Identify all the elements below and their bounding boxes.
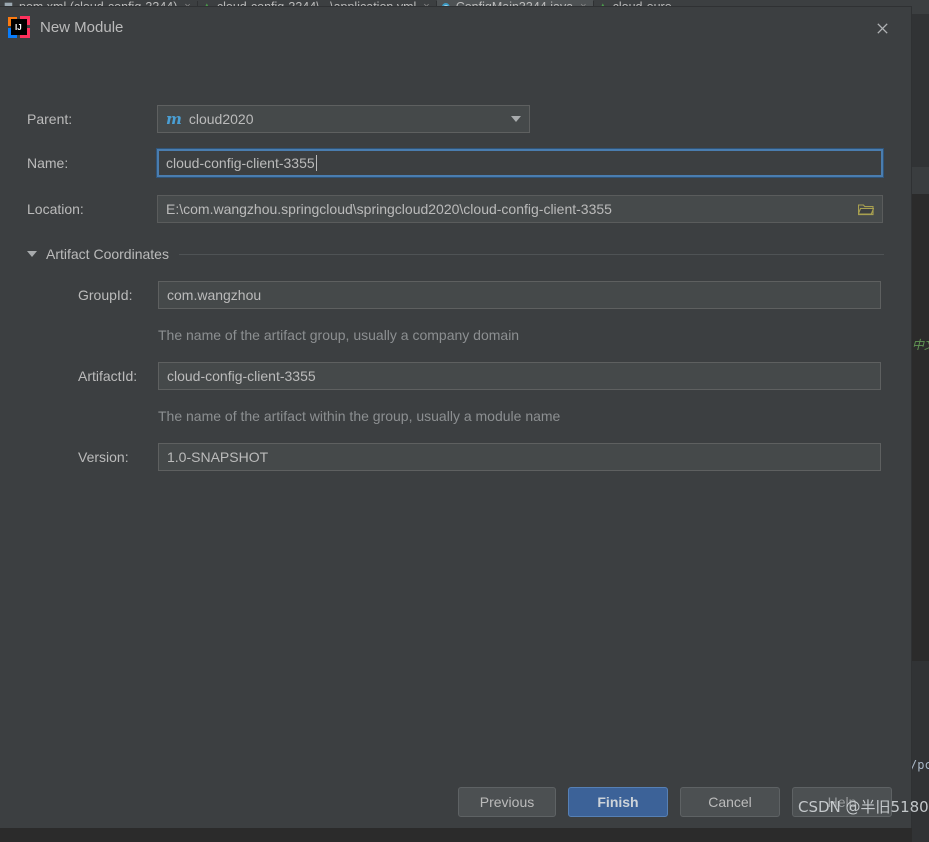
parent-label: Parent: — [27, 111, 157, 127]
version-input[interactable]: 1.0-SNAPSHOT — [158, 443, 881, 471]
finish-button[interactable]: Finish — [568, 787, 668, 817]
dialog-title-bar: IJ New Module — [0, 7, 911, 47]
section-divider — [179, 254, 884, 255]
artifactid-input-value: cloud-config-client-3355 — [167, 368, 316, 384]
background-code-tag: /pc — [910, 758, 929, 772]
background-panel-strip — [912, 167, 929, 194]
cancel-button[interactable]: Cancel — [680, 787, 780, 817]
artifactid-hint-text: The name of the artifact within the grou… — [158, 408, 560, 424]
artifact-coordinates-section-header[interactable]: Artifact Coordinates — [27, 243, 884, 265]
artifactid-row: ArtifactId: cloud-config-client-3355 — [78, 362, 881, 390]
version-row: Version: 1.0-SNAPSHOT — [78, 443, 881, 471]
svg-text:IJ: IJ — [15, 23, 22, 32]
previous-button[interactable]: Previous — [458, 787, 556, 817]
groupid-label: GroupId: — [78, 287, 158, 303]
location-row: Location: E:\com.wangzhou.springcloud\sp… — [27, 195, 883, 223]
text-cursor — [316, 155, 317, 171]
triangle-down-icon[interactable] — [27, 251, 37, 257]
artifactid-input[interactable]: cloud-config-client-3355 — [158, 362, 881, 390]
background-editor-area: 中文 /pc — [912, 14, 929, 828]
name-label: Name: — [27, 155, 157, 171]
name-input-value: cloud-config-client-3355 — [166, 155, 315, 171]
groupid-input-value: com.wangzhou — [167, 287, 261, 303]
name-row: Name: cloud-config-client-3355 — [27, 149, 883, 177]
background-panel-strip — [912, 14, 929, 167]
new-module-dialog: IJ New Module Parent: m cloud2020 Nam — [0, 6, 912, 828]
csdn-watermark: CSDN @半旧51804 — [798, 796, 929, 817]
background-editor-strip — [912, 194, 929, 661]
dialog-title: New Module — [40, 19, 123, 36]
groupid-hint-text: The name of the artifact group, usually … — [158, 327, 519, 343]
location-label: Location: — [27, 201, 157, 217]
folder-open-icon[interactable] — [858, 203, 874, 216]
parent-selected-value: cloud2020 — [189, 111, 507, 127]
background-code-comment: 中文 — [912, 336, 929, 353]
version-label: Version: — [78, 449, 158, 465]
artifactid-label: ArtifactId: — [78, 368, 158, 384]
intellij-idea-logo-icon: IJ — [8, 16, 30, 38]
location-input[interactable]: E:\com.wangzhou.springcloud\springcloud2… — [157, 195, 883, 223]
groupid-row: GroupId: com.wangzhou — [78, 281, 881, 309]
background-panel-strip — [912, 661, 929, 688]
dialog-body: Parent: m cloud2020 Name: cloud-config-c… — [0, 47, 911, 789]
groupid-input[interactable]: com.wangzhou — [158, 281, 881, 309]
parent-combobox[interactable]: m cloud2020 — [157, 105, 530, 133]
name-input[interactable]: cloud-config-client-3355 — [157, 149, 883, 177]
artifact-coordinates-title: Artifact Coordinates — [46, 246, 179, 262]
location-input-value: E:\com.wangzhou.springcloud\springcloud2… — [166, 201, 612, 217]
maven-module-icon: m — [166, 110, 182, 128]
version-input-value: 1.0-SNAPSHOT — [167, 449, 268, 465]
chevron-down-icon[interactable] — [507, 106, 525, 132]
dialog-footer: Previous Finish Cancel Help — [0, 776, 912, 828]
close-icon[interactable] — [871, 17, 893, 39]
parent-row: Parent: m cloud2020 — [27, 105, 530, 133]
